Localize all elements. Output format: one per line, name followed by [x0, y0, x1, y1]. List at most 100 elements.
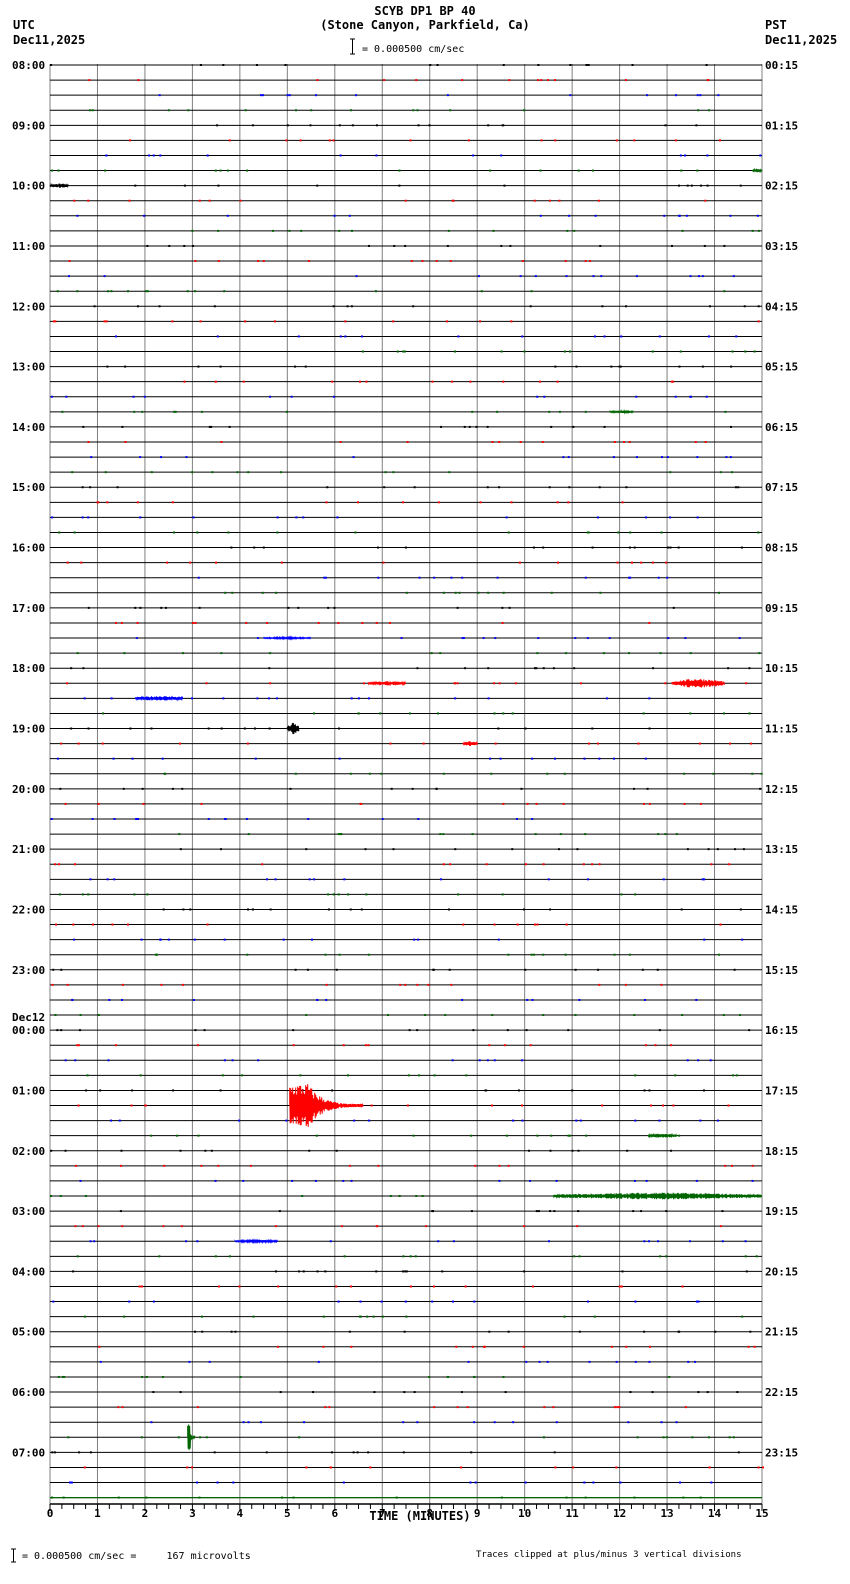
trace-noise — [563, 772, 566, 775]
trace-noise — [364, 1044, 367, 1047]
trace-noise — [758, 652, 761, 655]
trace-noise — [281, 1496, 284, 1499]
trace-noise — [342, 1179, 345, 1182]
trace-noise — [536, 652, 539, 655]
trace-noise — [392, 471, 395, 474]
trace-noise — [199, 1436, 202, 1439]
trace-noise — [239, 199, 242, 202]
trace-noise — [565, 923, 568, 926]
trace-noise — [730, 365, 733, 368]
trace-noise — [217, 229, 220, 232]
trace-noise — [339, 154, 342, 157]
trace-noise — [275, 697, 278, 700]
trace-noise — [323, 576, 326, 579]
trace-noise — [71, 998, 74, 1001]
trace-noise — [538, 1360, 541, 1363]
trace-noise — [269, 652, 272, 655]
trace-noise — [620, 335, 623, 338]
trace-noise — [668, 1375, 671, 1378]
x-tick-label: 0 — [47, 1507, 54, 1520]
trace-noise — [315, 1134, 318, 1137]
trace-noise — [361, 621, 364, 624]
trace-noise — [699, 94, 702, 97]
trace-noise — [163, 772, 166, 775]
trace-noise — [79, 1014, 82, 1017]
trace-noise — [193, 998, 196, 1001]
trace-noise — [204, 1149, 207, 1152]
trace-noise — [255, 64, 258, 66]
trace-noise — [533, 199, 536, 202]
trace-noise — [669, 471, 672, 474]
trace-noise — [284, 64, 287, 66]
trace-noise — [477, 591, 480, 594]
trace-noise — [336, 516, 339, 519]
trace-noise — [216, 1481, 219, 1484]
trace-noise — [368, 1119, 371, 1122]
trace-noise — [480, 290, 483, 293]
trace-noise — [661, 456, 664, 459]
trace-noise — [428, 1375, 431, 1378]
trace-noise — [314, 1179, 317, 1182]
right-time-label: 02:15 — [765, 180, 798, 193]
trace-noise — [285, 139, 288, 142]
trace-noise — [337, 893, 340, 896]
right-time-label: 20:15 — [765, 1265, 798, 1278]
trace-noise — [662, 1436, 665, 1439]
trace-noise — [694, 1360, 697, 1363]
trace-noise — [744, 1240, 747, 1243]
trace-noise — [237, 1119, 240, 1122]
trace-noise — [651, 1391, 654, 1394]
x-tick-label: 15 — [755, 1507, 768, 1520]
trace-noise — [433, 1406, 436, 1409]
grid — [49, 64, 763, 1504]
trace-noise — [728, 1436, 731, 1439]
trace-noise — [83, 1466, 86, 1469]
trace-noise — [106, 501, 109, 504]
trace-noise — [529, 1044, 532, 1047]
trace-noise — [89, 1240, 92, 1243]
trace-noise — [64, 1149, 67, 1152]
trace-noise — [625, 1345, 628, 1348]
trace-noise — [523, 1270, 526, 1273]
trace-noise — [375, 154, 378, 157]
trace-noise — [135, 818, 138, 820]
trace-noise — [136, 501, 139, 504]
trace-noise — [633, 1496, 636, 1499]
trace-noise — [298, 1270, 301, 1273]
trace-noise — [99, 1089, 102, 1092]
trace-noise — [707, 848, 710, 851]
trace-noise — [520, 787, 523, 790]
trace-noise — [706, 184, 709, 187]
trace-noise — [718, 591, 721, 594]
trace-noise — [93, 305, 96, 308]
trace-noise — [680, 908, 683, 911]
trace-noise — [67, 275, 70, 278]
trace-noise — [598, 486, 601, 489]
trace-noise — [585, 64, 588, 66]
trace-noise — [72, 1270, 75, 1273]
trace-noise — [145, 1375, 148, 1378]
trace-noise — [554, 365, 557, 368]
trace-noise — [316, 79, 319, 82]
trace-noise — [360, 802, 363, 805]
trace-noise — [548, 486, 551, 489]
left-time-label: 15:00 — [12, 481, 45, 494]
trace-noise — [117, 1406, 120, 1409]
trace-noise — [245, 818, 248, 820]
trace-noise — [424, 1014, 427, 1017]
trace-noise — [699, 802, 702, 805]
trace-noise — [666, 456, 669, 459]
trace-noise — [524, 727, 527, 730]
trace-noise — [603, 335, 606, 338]
trace-noise — [333, 214, 336, 217]
trace-noise — [553, 1210, 556, 1213]
trace-noise — [721, 1210, 724, 1213]
trace-noise — [74, 863, 77, 866]
trace-noise — [637, 742, 640, 745]
trace-noise — [253, 727, 256, 730]
trace-noise — [401, 1270, 404, 1273]
trace-noise — [249, 1164, 252, 1167]
trace-noise — [203, 1029, 206, 1032]
trace-noise — [506, 1029, 509, 1032]
trace-noise — [718, 139, 721, 142]
